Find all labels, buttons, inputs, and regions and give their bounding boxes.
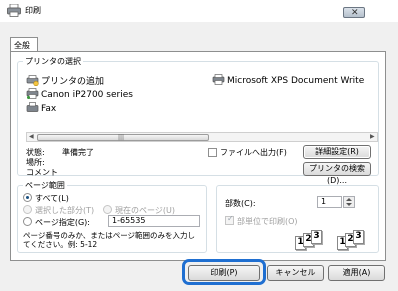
printer-icon [212,74,225,85]
page-icon: 3 [353,230,364,244]
printer-group-title: プリンタの選択 [23,56,83,67]
add-printer-icon [26,75,39,86]
page-icon: 3 [311,230,322,244]
printer-select-group: プリンタの選択 プリンタの追加 Microsoft XPS Document W… [17,56,382,185]
scrollbar-thumb[interactable]: ||| [37,134,209,141]
fax-icon [26,102,39,112]
comment-label: コメント [26,168,58,177]
printer-item-canon[interactable]: Canon iP2700 series [26,88,133,100]
check-icon: ✓ [227,214,234,223]
range-selection-radio[interactable] [23,205,32,214]
printer-item-fax[interactable]: Fax [26,102,56,114]
range-all-radio[interactable] [23,193,32,202]
status-value: 準備完了 [62,148,94,157]
find-printer-button[interactable]: プリンタの検索(D)... [303,162,371,185]
copies-group: 部数(C): 1 ✓ 部単位で印刷(O) 1 2 3 1 2 3 [216,185,379,253]
range-hint-line2: てください。例: 5-12 [23,240,98,249]
printer-item-xps[interactable]: Microsoft XPS Document Write [212,74,364,86]
printer-label: Fax [41,104,57,114]
title-bar: 印刷 ✕ [0,0,398,22]
page-range-group: ページ範囲 すべて(L) 選択した部分(T) 現在のページ(U) ページ指定(G… [17,180,207,253]
range-current-page-radio[interactable] [103,205,112,214]
printer-label: Canon iP2700 series [41,90,133,100]
preferences-button[interactable]: 詳細設定(R) [303,145,371,159]
cancel-button[interactable]: キャンセル [267,265,324,281]
print-to-file-checkbox[interactable] [208,148,217,157]
collate-checkbox[interactable]: ✓ [225,214,234,225]
printer-item-add[interactable]: プリンタの追加 [26,74,104,87]
printer-icon [26,88,39,99]
range-all-label: すべて(L) [35,194,69,203]
tab-panel-general: プリンタの選択 プリンタの追加 Microsoft XPS Document W… [10,51,386,261]
page-range-title: ページ範囲 [23,180,67,191]
close-button[interactable]: ✕ [343,7,365,18]
collate-label: 部単位で印刷(O) [237,217,298,226]
printer-label: プリンタの追加 [41,77,105,87]
copies-spinner[interactable] [343,196,355,208]
print-dialog: 印刷 ✕ 全般 プリンタの選択 プリンタの追加 Microsoft XPS Do… [0,0,398,291]
printer-list[interactable]: プリンタの追加 Microsoft XPS Document Write Can… [26,74,382,129]
range-pages-label: ページ指定(G): [35,218,90,227]
printer-label: Microsoft XPS Document Write [227,76,365,86]
copies-input[interactable]: 1 [317,196,342,208]
printer-icon [7,4,21,17]
apply-button[interactable]: 適用(A) [328,265,385,281]
range-selection-label: 選択した部分(T) [35,206,95,215]
close-icon: ✕ [351,8,359,18]
print-button-highlight [182,259,266,285]
range-pages-radio[interactable] [23,217,32,226]
grip-icon: ||| [118,134,125,141]
printer-list-scrollbar[interactable]: ◀ ||| ▶ [26,132,378,142]
scroll-right-arrow-icon[interactable]: ▶ [370,133,375,141]
dialog-body: 全般 プリンタの選択 プリンタの追加 Microsoft XPS Documen… [0,22,398,291]
copies-label: 部数(C): [225,199,256,208]
pages-input[interactable]: 1-65535 [108,215,200,227]
tab-general[interactable]: 全般 [10,37,38,52]
scroll-left-arrow-icon[interactable]: ◀ [29,133,34,141]
spinner-arrows-icon [346,198,352,206]
print-to-file-label: ファイルへ出力(F) [220,148,287,157]
window-title: 印刷 [25,6,41,15]
